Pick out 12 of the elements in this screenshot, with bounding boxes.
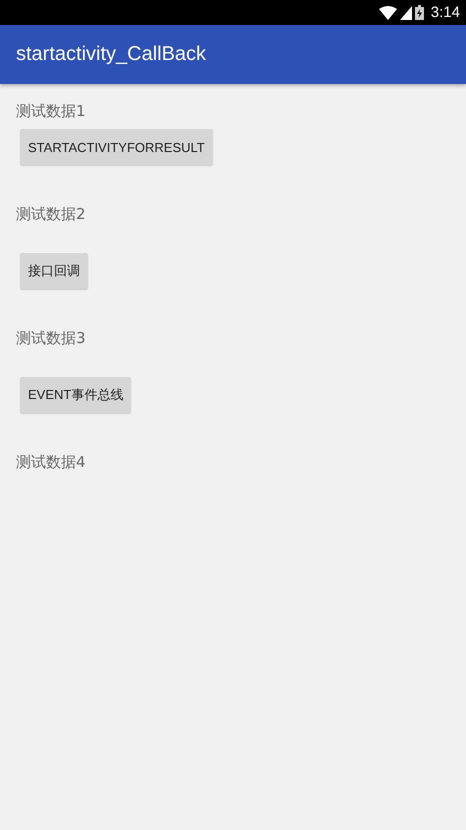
- wifi-icon: [378, 6, 397, 20]
- data-label: 测试数据4: [16, 453, 87, 471]
- action-button[interactable]: STARTACTIVITYFORRESULT: [20, 129, 213, 165]
- action-button[interactable]: EVENT事件总线: [20, 377, 132, 413]
- data-label: 测试数据3: [16, 329, 87, 347]
- data-label: 测试数据1: [16, 102, 87, 120]
- app-title: startactivity_CallBack: [16, 43, 206, 66]
- action-button[interactable]: 接口回调: [20, 253, 88, 289]
- status-time: 3:14: [430, 4, 460, 21]
- signal-icon: [400, 6, 412, 20]
- battery-charging-icon: [414, 5, 424, 20]
- data-label: 测试数据2: [16, 205, 87, 223]
